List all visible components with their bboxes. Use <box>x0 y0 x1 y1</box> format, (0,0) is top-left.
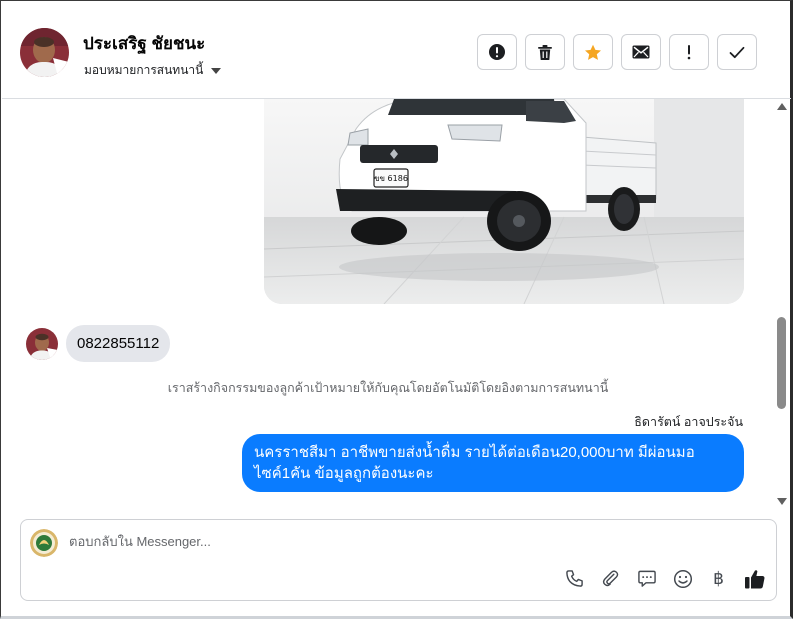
caret-down-icon <box>211 67 222 74</box>
mark-done-button[interactable] <box>717 34 757 70</box>
assign-label: มอบหมายการสนทนานี้ <box>84 63 204 77</box>
alert-circle-icon <box>489 44 505 60</box>
saved-replies-button[interactable] <box>635 567 658 590</box>
trash-icon <box>538 44 552 60</box>
license-plate: ขข 6186 <box>374 174 408 183</box>
message-scrollbar[interactable] <box>774 99 790 509</box>
emoji-button[interactable] <box>671 567 694 590</box>
incoming-message-row: 0822855112 <box>26 325 171 362</box>
delete-button[interactable] <box>525 34 565 70</box>
envelope-icon <box>632 45 650 59</box>
outgoing-message-line: นครราชสีมา อาชีพขายส่งน้ำดื่ม รายได้ต่อเ… <box>254 444 695 461</box>
page-avatar <box>30 529 58 557</box>
paperclip-icon <box>602 570 619 587</box>
conversation-window: ประเสริฐ ชัยชนะ มอบหมายการสนทนานี้ ขข 61… <box>0 0 793 619</box>
contact-avatar[interactable] <box>20 28 69 77</box>
contact-avatar-small[interactable] <box>26 327 58 360</box>
header-actions <box>477 34 757 70</box>
payment-button[interactable]: ฿ <box>707 567 730 590</box>
thumbs-up-icon <box>744 569 764 588</box>
mark-unread-button[interactable] <box>621 34 661 70</box>
composer-toolbar: ฿ <box>563 567 766 590</box>
phone-icon <box>566 570 583 587</box>
scroll-down-arrow-icon[interactable] <box>777 498 787 505</box>
sender-name: ธิดารัตน์ อาจประจัน <box>634 415 743 429</box>
star-button[interactable] <box>573 34 613 70</box>
message-list: ขข 6186 0822855112 เราสร้างกิจกรรมของลูก… <box>2 99 774 509</box>
follow-up-button[interactable] <box>669 34 709 70</box>
system-activity-note: เราสร้างกิจกรรมของลูกค้าเป้าหมายให้กับคุ… <box>167 381 609 395</box>
reply-composer: ฿ <box>20 519 777 601</box>
incoming-message-bubble[interactable]: 0822855112 <box>66 325 171 362</box>
conversation-header: ประเสริฐ ชัยชนะ มอบหมายการสนทนานี้ <box>2 2 791 99</box>
baht-icon: ฿ <box>713 568 724 589</box>
contact-name[interactable]: ประเสริฐ ชัยชนะ <box>83 30 205 57</box>
vehicle-photo-attachment[interactable]: ขข 6186 <box>264 99 744 304</box>
scroll-thumb[interactable] <box>777 317 786 409</box>
scroll-up-arrow-icon[interactable] <box>777 103 787 110</box>
outgoing-message-line: ไซค์1คัน ข้อมูลถูกต้องนะคะ <box>254 465 434 482</box>
emoji-icon <box>673 569 692 588</box>
like-button[interactable] <box>743 567 766 590</box>
attach-button[interactable] <box>599 567 622 590</box>
assign-conversation-dropdown[interactable]: มอบหมายการสนทนานี้ <box>84 61 222 80</box>
exclamation-icon <box>687 45 691 60</box>
star-icon <box>585 44 601 60</box>
call-button[interactable] <box>563 567 586 590</box>
checkmark-icon <box>729 46 745 58</box>
spam-button[interactable] <box>477 34 517 70</box>
outgoing-message-bubble[interactable]: นครราชสีมา อาชีพขายส่งน้ำดื่ม รายได้ต่อเ… <box>242 434 744 492</box>
reply-input[interactable] <box>69 534 749 549</box>
chat-bubble-icon <box>637 570 656 587</box>
